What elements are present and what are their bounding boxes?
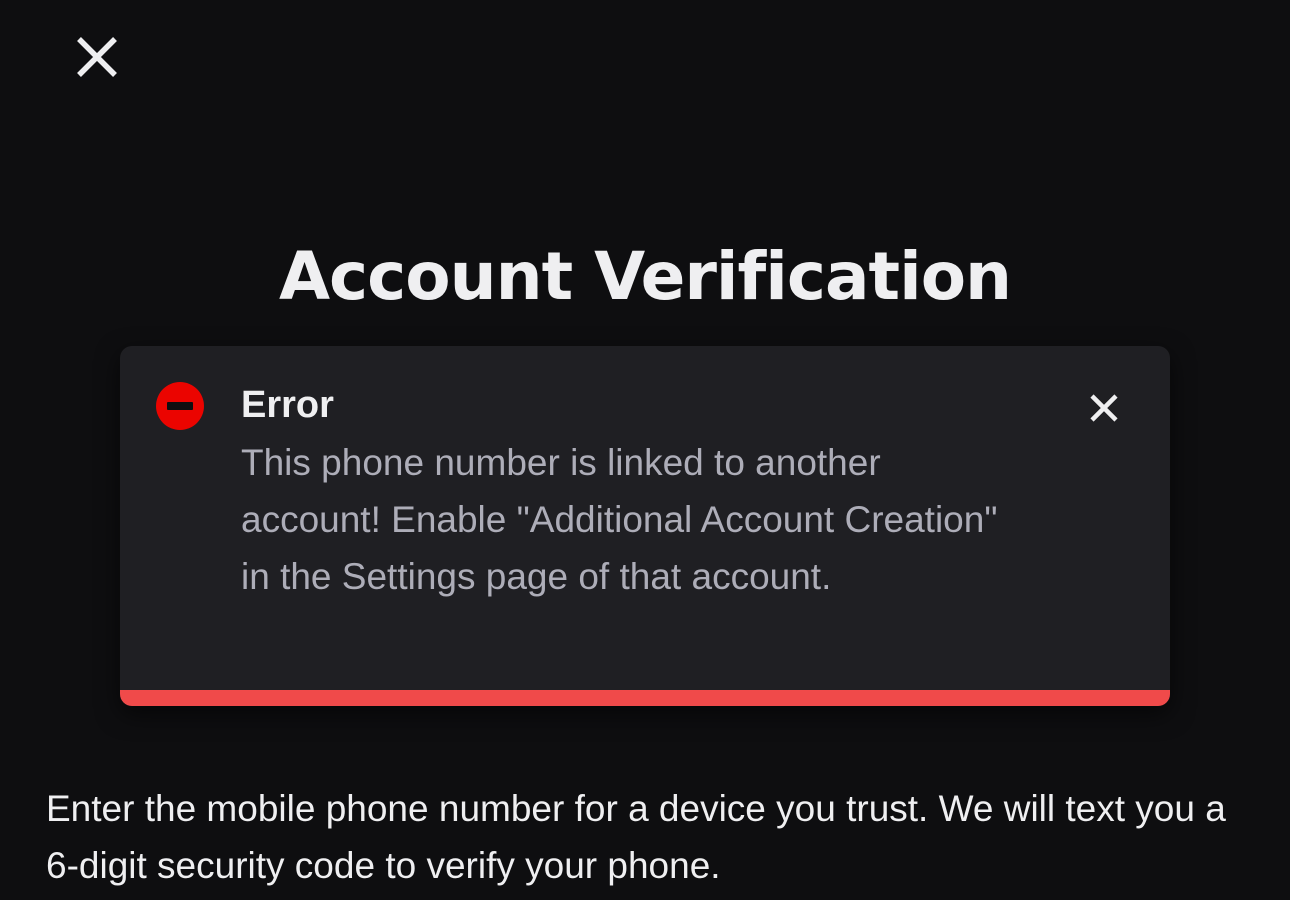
instructions-text: Enter the mobile phone number for a devi…	[46, 788, 1226, 886]
close-button[interactable]	[70, 30, 124, 84]
close-icon	[77, 37, 117, 77]
error-toast: Error This phone number is linked to ano…	[120, 346, 1170, 706]
toast-accent-bar	[120, 690, 1170, 706]
page-title: Account Verification	[278, 238, 1012, 315]
toast-heading: Error	[241, 384, 334, 426]
account-verification-page: Account Verification Error This phone nu…	[0, 0, 1290, 900]
close-icon	[1090, 394, 1118, 422]
toast-message: This phone number is linked to another a…	[241, 442, 998, 597]
toast-dismiss-button[interactable]	[1080, 384, 1128, 432]
error-minus-circle-icon	[156, 382, 204, 430]
